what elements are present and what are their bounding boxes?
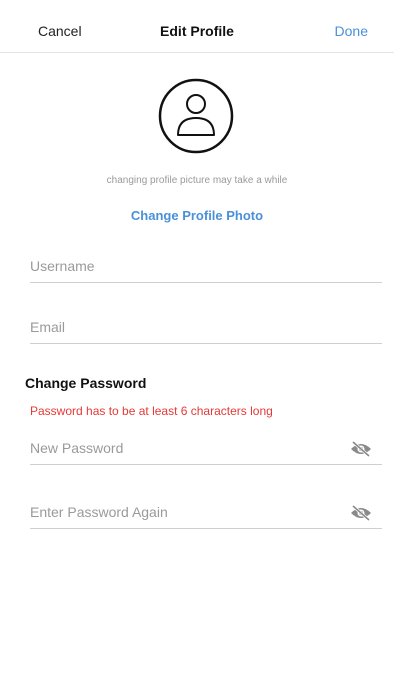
confirm-password-input[interactable]	[30, 498, 330, 526]
user-icon	[158, 78, 234, 154]
profile-photo-hint: changing profile picture may take a whil…	[106, 175, 288, 186]
change-profile-photo-button[interactable]: Change Profile Photo	[0, 208, 394, 223]
nav-bar: Cancel Edit Profile Done	[0, 0, 394, 53]
change-password-heading: Change Password	[25, 375, 147, 391]
username-input[interactable]	[30, 252, 330, 280]
eye-off-icon[interactable]	[350, 440, 372, 458]
avatar[interactable]	[158, 72, 234, 160]
email-input[interactable]	[30, 313, 330, 341]
email-field-container	[30, 313, 382, 344]
confirm-password-field-container	[30, 498, 382, 529]
new-password-input[interactable]	[30, 434, 330, 462]
username-field-container	[30, 252, 382, 283]
eye-off-icon[interactable]	[350, 504, 372, 522]
edit-profile-screen: Cancel Edit Profile Done changing profil…	[0, 0, 394, 693]
password-error-message: Password has to be at least 6 characters…	[30, 404, 273, 418]
done-button[interactable]: Done	[335, 23, 368, 39]
new-password-field-container	[30, 434, 382, 465]
